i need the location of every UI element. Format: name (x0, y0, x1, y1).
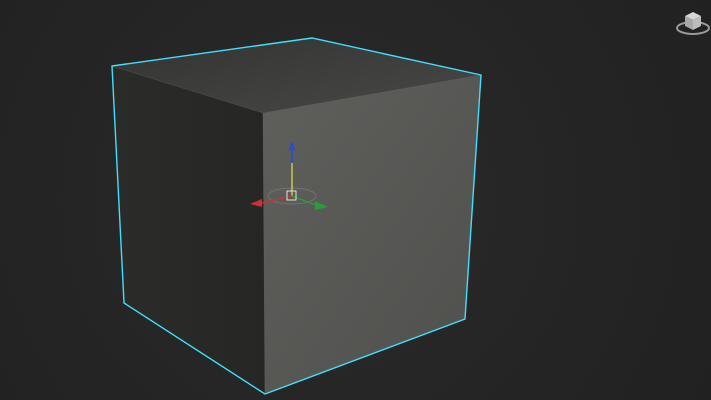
selected-cube[interactable] (111, 37, 482, 395)
cube-front-face (263, 75, 481, 394)
viewcube-icon[interactable] (671, 4, 711, 38)
3d-viewport[interactable] (0, 0, 711, 400)
scene-canvas[interactable] (0, 0, 711, 400)
